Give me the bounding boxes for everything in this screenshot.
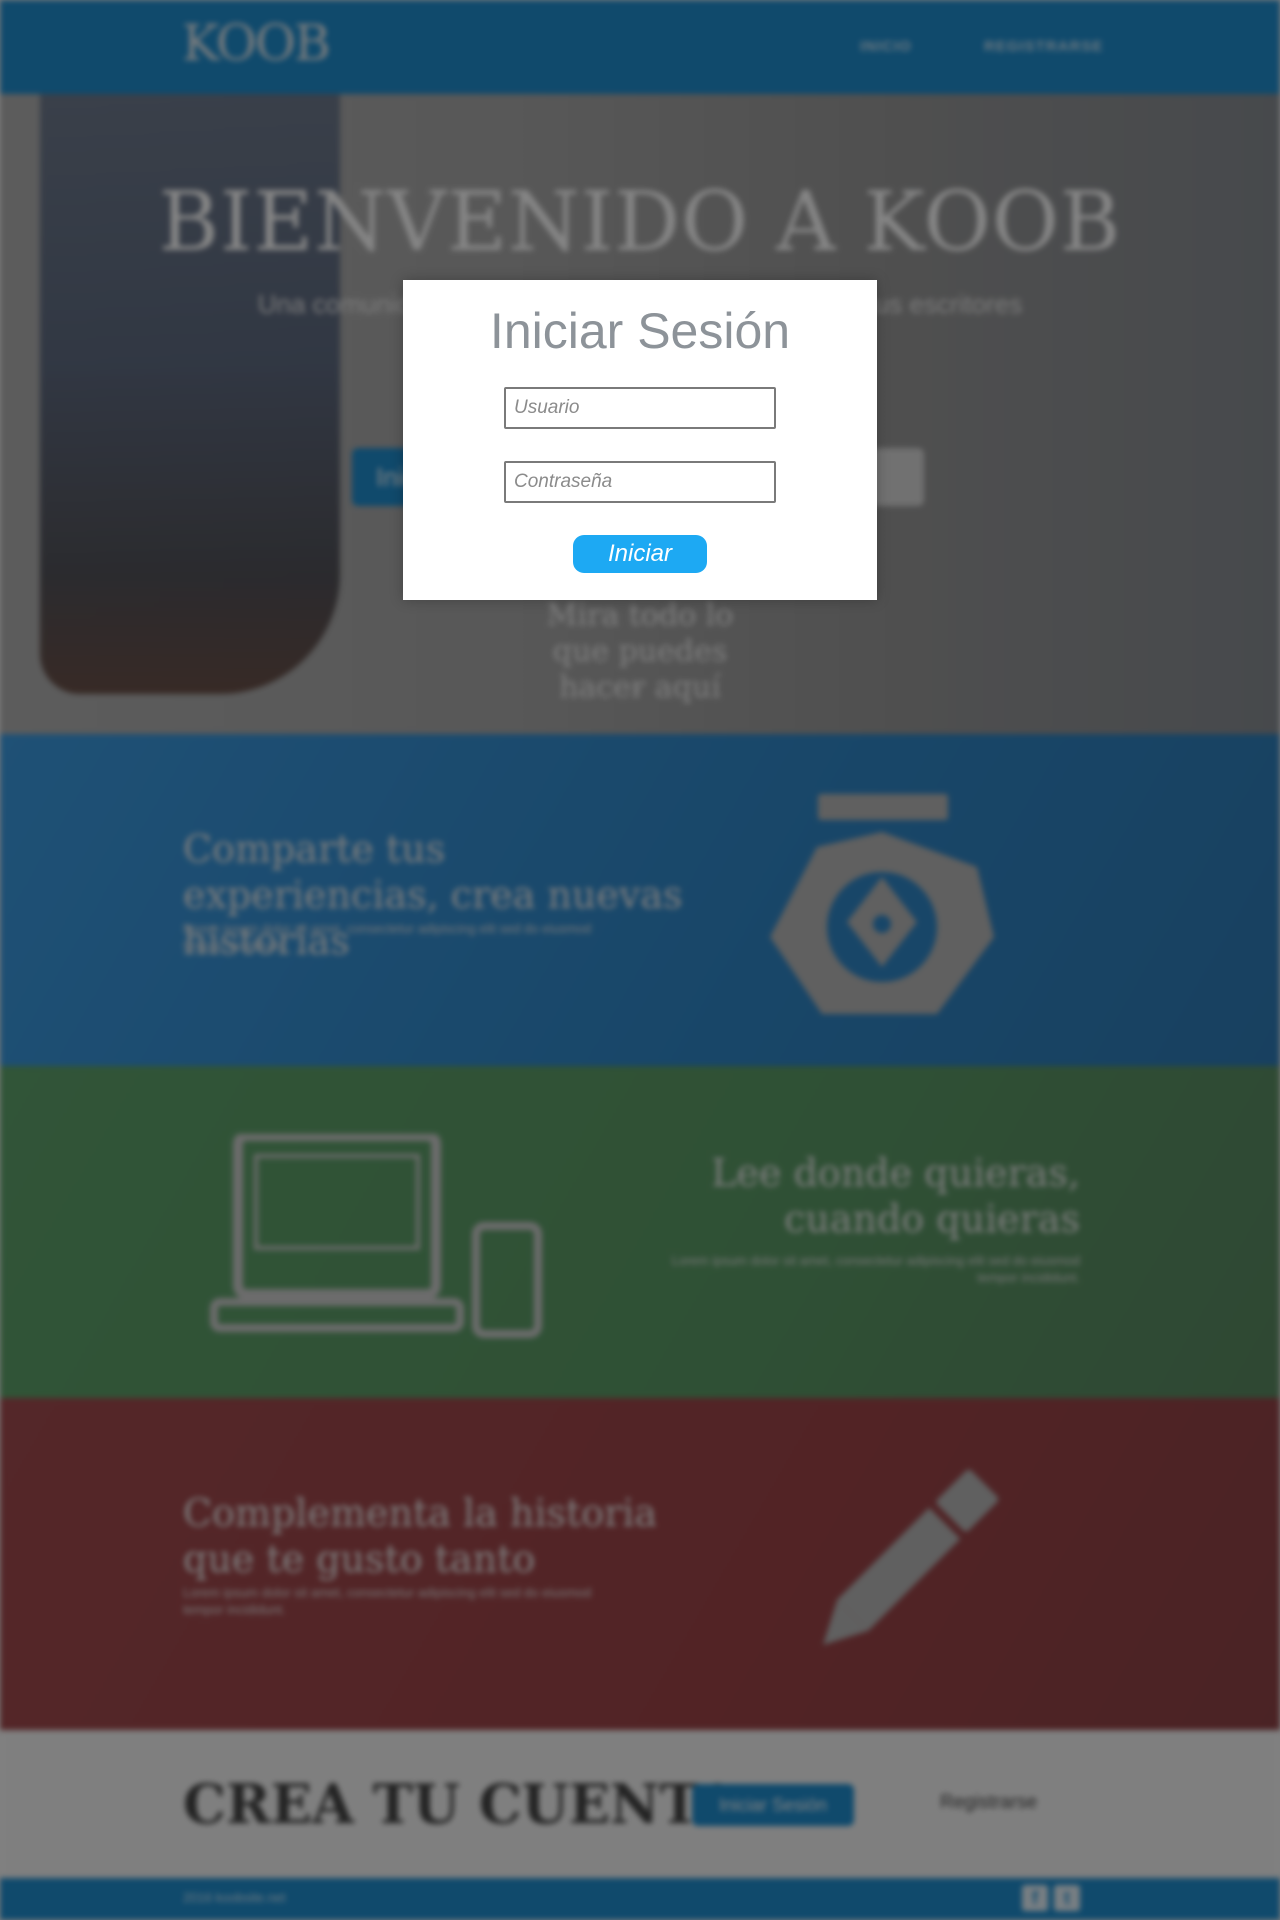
password-input[interactable] bbox=[504, 461, 776, 503]
login-submit-button[interactable]: Iniciar bbox=[573, 535, 707, 573]
modal-title: Iniciar Sesión bbox=[489, 303, 791, 359]
login-modal: Iniciar Sesión Iniciar bbox=[403, 280, 877, 600]
username-input[interactable] bbox=[504, 387, 776, 429]
